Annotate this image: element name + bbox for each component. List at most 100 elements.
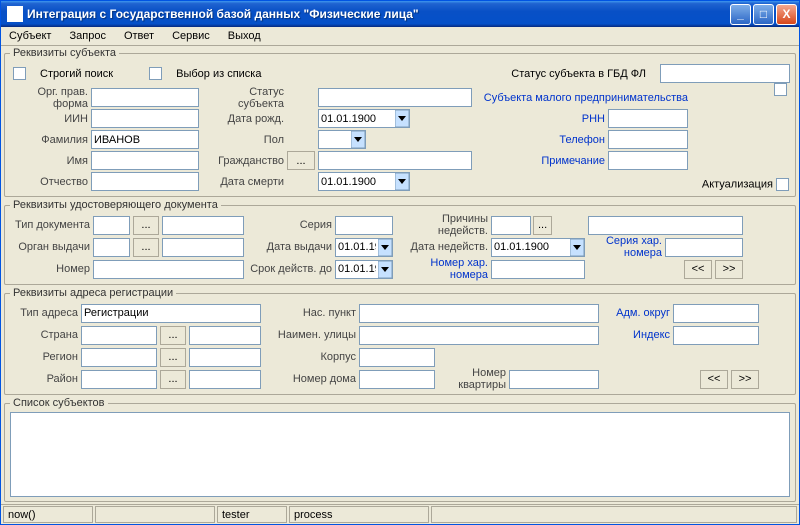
input-locality[interactable] xyxy=(359,304,599,323)
input-block[interactable] xyxy=(359,348,435,367)
label-district: Район xyxy=(10,373,78,385)
input-issuer-code[interactable] xyxy=(93,238,130,257)
label-street: Наимен. улицы xyxy=(264,329,356,341)
input-district-code[interactable] xyxy=(81,370,157,389)
label-subj-status: Статус субъекта xyxy=(202,86,284,110)
input-subj-status[interactable] xyxy=(318,88,472,107)
input-phone[interactable] xyxy=(608,130,688,149)
select-sex[interactable] xyxy=(318,130,366,149)
input-addr-type[interactable] xyxy=(81,304,261,323)
subject-listbox[interactable] xyxy=(10,412,790,497)
input-note[interactable] xyxy=(608,151,688,170)
input-region-code[interactable] xyxy=(81,348,157,367)
label-phone: Телефон xyxy=(475,134,605,146)
button-citizenship-pick[interactable]: ... xyxy=(287,151,315,170)
select-dob[interactable]: 01.01.1900 xyxy=(318,109,410,128)
input-doc-type-name[interactable] xyxy=(162,216,244,235)
checkbox-small-biz[interactable] xyxy=(774,83,787,96)
button-issuer-pick[interactable]: ... xyxy=(133,238,159,257)
input-org-form[interactable] xyxy=(91,88,199,107)
group-subject-list-legend: Список субъектов xyxy=(10,397,108,409)
input-apartment[interactable] xyxy=(509,370,599,389)
label-issuer: Орган выдачи xyxy=(10,241,90,253)
label-iin: ИИН xyxy=(10,113,88,125)
label-patronymic: Отчество xyxy=(10,176,88,188)
group-address: Реквизиты адреса регистрации Тип адреса … xyxy=(4,287,796,395)
input-district-name[interactable] xyxy=(189,370,261,389)
menu-subject[interactable]: Субъект xyxy=(5,29,55,43)
input-citizenship[interactable] xyxy=(318,151,472,170)
input-status-in-db[interactable] xyxy=(660,64,790,83)
status-panel-2 xyxy=(95,506,215,523)
titlebar: Интеграция с Государственной базой данны… xyxy=(1,1,799,27)
input-iin[interactable] xyxy=(91,109,199,128)
button-addr-prev[interactable]: << xyxy=(700,370,728,389)
input-surname[interactable] xyxy=(91,130,199,149)
input-series[interactable] xyxy=(335,216,393,235)
input-patronymic[interactable] xyxy=(91,172,199,191)
checkbox-strict-search[interactable] xyxy=(13,67,26,80)
label-org-form: Орг. прав. форма xyxy=(10,86,88,110)
status-panel-4: process xyxy=(289,506,429,523)
group-subject: Реквизиты субъекта Строгий поиск Выбор и… xyxy=(4,47,796,197)
input-number[interactable] xyxy=(93,260,244,279)
select-valid-until[interactable]: 01.01.1900 xyxy=(335,260,393,279)
input-num-char-num[interactable] xyxy=(491,260,585,279)
select-issue-date[interactable]: 01.01.1900 xyxy=(335,238,393,257)
label-issue-date: Дата выдачи xyxy=(247,241,332,253)
label-num-char-num: Номер хар. номера xyxy=(396,257,488,281)
menu-response[interactable]: Ответ xyxy=(120,29,158,43)
link-small-biz[interactable]: Субъекта малого предпринимательства xyxy=(475,92,688,104)
input-rnn[interactable] xyxy=(608,109,688,128)
close-button[interactable]: X xyxy=(776,4,797,25)
select-invalid-date[interactable]: 01.01.1900 xyxy=(491,238,585,257)
input-name[interactable] xyxy=(91,151,199,170)
label-strict-search: Строгий поиск xyxy=(40,68,113,80)
label-number: Номер xyxy=(10,263,90,275)
label-citizenship: Гражданство xyxy=(202,155,284,167)
input-series-char-num[interactable] xyxy=(665,238,743,257)
button-invalid-reason-pick[interactable]: ... xyxy=(533,216,552,235)
input-house[interactable] xyxy=(359,370,435,389)
menu-exit[interactable]: Выход xyxy=(224,29,265,43)
checkbox-select-from-list[interactable] xyxy=(149,67,162,80)
status-bar: now() tester process xyxy=(1,504,799,524)
button-doc-next[interactable]: >> xyxy=(715,260,743,279)
input-invalid-reason-name[interactable] xyxy=(588,216,743,235)
input-doc-type[interactable] xyxy=(93,216,130,235)
maximize-button[interactable]: □ xyxy=(753,4,774,25)
button-region-pick[interactable]: ... xyxy=(160,348,186,367)
button-district-pick[interactable]: ... xyxy=(160,370,186,389)
input-country-code[interactable] xyxy=(81,326,157,345)
input-issuer-name[interactable] xyxy=(162,238,244,257)
select-dod[interactable]: 01.01.1900 xyxy=(318,172,410,191)
label-doc-type: Тип документа xyxy=(10,219,90,231)
label-apartment: Номер квартиры xyxy=(438,367,506,391)
group-document: Реквизиты удостоверяющего документа Тип … xyxy=(4,199,796,285)
menu-request[interactable]: Запрос xyxy=(65,29,109,43)
label-adm-district: Адм. округ xyxy=(602,307,670,319)
label-addr-type: Тип адреса xyxy=(10,307,78,319)
minimize-button[interactable]: _ xyxy=(730,4,751,25)
input-street[interactable] xyxy=(359,326,599,345)
input-country-name[interactable] xyxy=(189,326,261,345)
button-country-pick[interactable]: ... xyxy=(160,326,186,345)
label-sex: Пол xyxy=(202,134,284,146)
input-adm-district[interactable] xyxy=(673,304,759,323)
input-postcode[interactable] xyxy=(673,326,759,345)
group-address-legend: Реквизиты адреса регистрации xyxy=(10,287,176,299)
app-icon xyxy=(7,6,23,22)
menu-bar: Субъект Запрос Ответ Сервис Выход xyxy=(1,27,799,46)
button-doc-type-pick[interactable]: ... xyxy=(133,216,159,235)
status-panel-5 xyxy=(431,506,797,523)
label-locality: Нас. пункт xyxy=(264,307,356,319)
label-status-in-db: Статус субъекта в ГБД ФЛ xyxy=(511,68,646,80)
input-invalid-reason-code[interactable] xyxy=(491,216,531,235)
menu-service[interactable]: Сервис xyxy=(168,29,214,43)
button-doc-prev[interactable]: << xyxy=(684,260,712,279)
group-subject-legend: Реквизиты субъекта xyxy=(10,47,119,59)
label-select-from-list: Выбор из списка xyxy=(176,68,261,80)
checkbox-actualization[interactable] xyxy=(776,178,789,191)
button-addr-next[interactable]: >> xyxy=(731,370,759,389)
input-region-name[interactable] xyxy=(189,348,261,367)
